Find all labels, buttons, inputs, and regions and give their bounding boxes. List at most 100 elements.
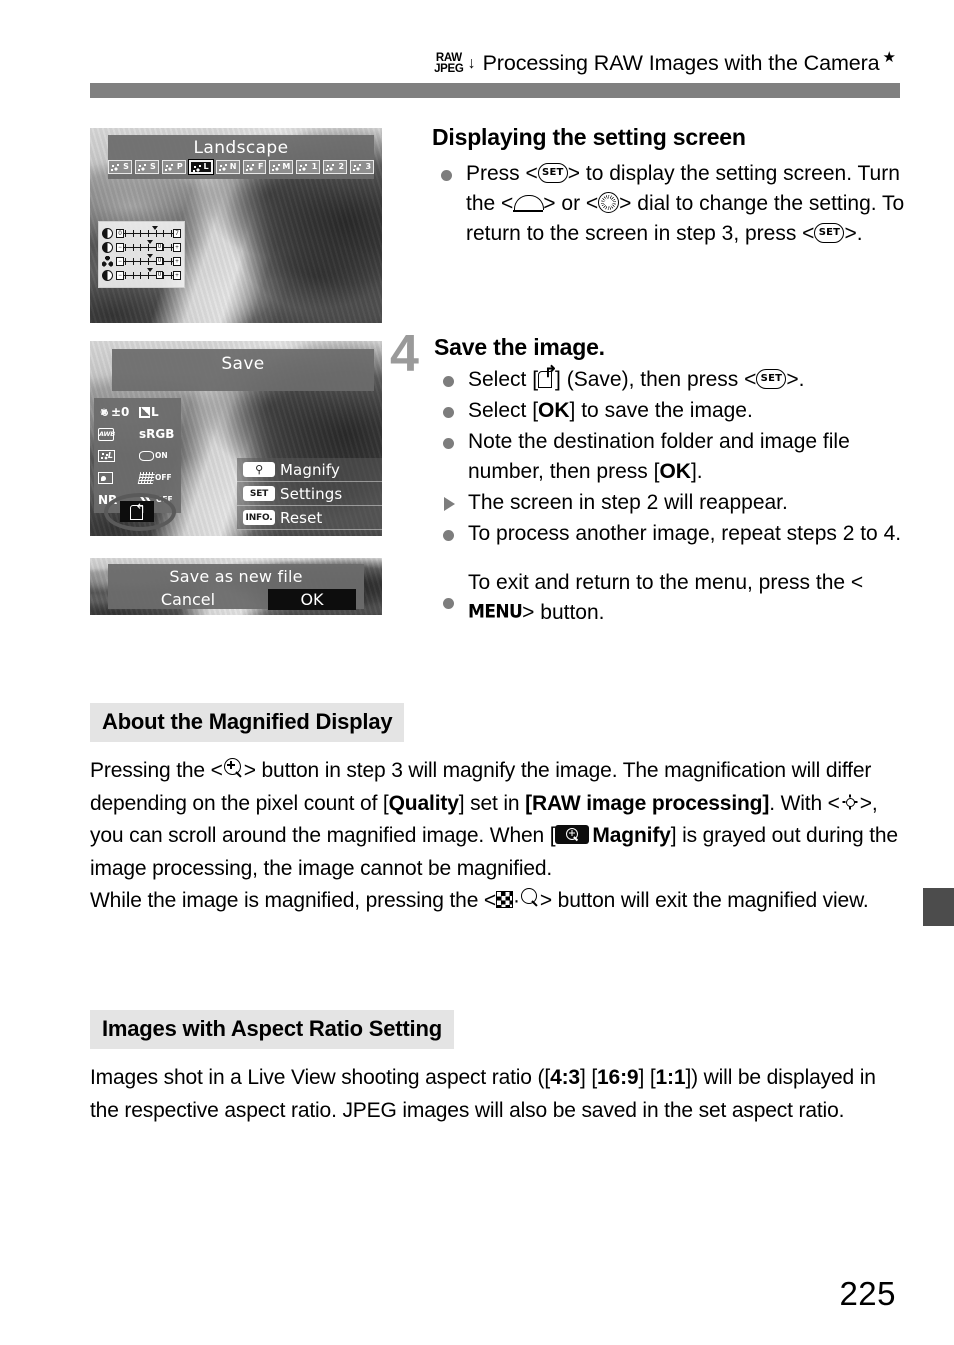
- picture-style-chip-portrait[interactable]: P: [161, 160, 186, 174]
- picture-style-chip-monochrome[interactable]: M: [269, 160, 294, 174]
- b5: To process another image, repeat steps 2…: [468, 522, 902, 545]
- setting-auto-lighting-optimizer[interactable]: [98, 472, 139, 484]
- step-4-block: 4 Save the image. Select [] (Save), then…: [390, 328, 914, 629]
- b6-c: > button.: [522, 601, 605, 624]
- text-p5: >.: [844, 222, 863, 245]
- param-row-sharpness[interactable]: 0 7: [102, 225, 181, 240]
- saturation-icon: [102, 255, 113, 267]
- color-tone-scale: − + 0: [116, 267, 181, 281]
- picture-style-chip-landscape[interactable]: L: [187, 159, 214, 175]
- save-screen-button-list: ⚲ Magnify SET Settings INFO. Reset: [237, 458, 382, 530]
- set-badge: SET: [243, 486, 275, 501]
- picture-style-row: S S P L N F M 1 2 3: [107, 159, 375, 175]
- section-aspect-ratio: Images with Aspect Ratio Setting Images …: [90, 1010, 902, 1127]
- callout-ellipse: [104, 493, 176, 531]
- jpeg-label: JPEG: [434, 63, 464, 75]
- section-body-aspect: Images shot in a Live View shooting aspe…: [90, 1062, 902, 1127]
- asp-ratio-1-1: 1:1: [655, 1066, 686, 1089]
- setting-distortion-correction[interactable]: OFF: [137, 472, 183, 484]
- picture-style-chip-standard[interactable]: S: [134, 160, 159, 174]
- quality-icon: [139, 406, 150, 418]
- magnify-button-icon: [223, 757, 244, 779]
- header-rule: [90, 83, 900, 98]
- sharpness-scale: 0 7: [116, 225, 181, 239]
- contrast-zero: 0: [156, 242, 163, 251]
- setting-peripheral-value: ON: [155, 451, 168, 461]
- bullet-select-ok: Select [OK] to save the image.: [434, 396, 914, 426]
- picture-style-chip-auto[interactable]: S: [107, 160, 132, 174]
- button-row-magnify[interactable]: ⚲ Magnify: [237, 458, 382, 482]
- button-label-magnify: Magnify: [280, 460, 340, 479]
- mag-t4: ] set in: [458, 791, 526, 815]
- bullet-marker: [443, 438, 454, 449]
- bullet-press-set: Press < SET > to display the setting scree…: [432, 159, 912, 249]
- text-p3: > or <: [543, 192, 599, 215]
- button-label-settings: Settings: [280, 484, 343, 503]
- button-row-reset[interactable]: INFO. Reset: [237, 506, 382, 530]
- setting-quality[interactable]: L: [139, 406, 183, 418]
- dialog-title: Save as new file: [169, 567, 303, 586]
- picture-style-chip-user1[interactable]: 1: [296, 160, 321, 174]
- picture-style-chip-neutral[interactable]: N: [215, 160, 240, 174]
- info-badge: INFO.: [243, 510, 275, 525]
- asp-t3: ] [: [638, 1066, 656, 1089]
- saturation-min: −: [116, 256, 124, 266]
- asp-ratio-4-3: 4:3: [550, 1066, 580, 1089]
- set-button-icon: SET: [537, 163, 568, 184]
- bullet-repeat-steps: To process another image, repeat steps 2…: [434, 519, 914, 549]
- param-row-contrast[interactable]: − + 0: [102, 239, 181, 254]
- picture-style-titlebar: Landscape S S P L N F M 1 2 3: [107, 135, 375, 179]
- index-button-icon: [496, 890, 514, 908]
- step-4-heading: Save the image.: [434, 334, 605, 360]
- section-magnified-display: About the Magnified Display Pressing the…: [90, 703, 902, 918]
- picture-style-parameters: 0 7 − + 0 − + 0 − + 0: [98, 221, 185, 288]
- mag-t10: While the image is magnified, pressing t…: [90, 889, 497, 912]
- bullet-marker: [443, 407, 454, 418]
- bullet-marker-arrow: [444, 497, 455, 511]
- sharpness-icon: [102, 227, 113, 239]
- b1-b: ] (Save), then press <: [555, 368, 757, 391]
- peripheral-illum-icon: [139, 451, 154, 461]
- mag-quality: Quality: [388, 791, 459, 815]
- b6-a: To exit and return to the menu, press th…: [468, 571, 864, 594]
- dialog-cancel-button[interactable]: Cancel: [108, 590, 268, 610]
- save-as-new-file-dialog: Save as new file Cancel OK: [108, 564, 364, 610]
- dialog-buttons: Cancel OK: [108, 589, 364, 610]
- picture-style-chip-user2[interactable]: 2: [323, 160, 348, 174]
- bullet-marker: [443, 598, 454, 609]
- button-row-settings[interactable]: SET Settings: [237, 482, 382, 506]
- setting-picture-style[interactable]: L: [98, 450, 139, 462]
- saturation-zero: 0: [156, 256, 163, 265]
- setting-brightness[interactable]: ±0: [98, 406, 139, 418]
- mag-magnify-label: Magnify: [592, 824, 671, 847]
- bullet-select-save: Select [] (Save), then press <SET>.: [434, 365, 914, 395]
- b3-ok: OK: [659, 460, 691, 483]
- sharpness-min: 0: [116, 228, 124, 238]
- mag-t1: Pressing the <: [90, 759, 223, 782]
- raw-jpeg-icon: RAW JPEG: [434, 52, 464, 76]
- asp-t1: Images shot in a Live View shooting aspe…: [90, 1066, 551, 1089]
- color-tone-min: −: [116, 270, 124, 280]
- asp-ratio-16-9: 16:9: [597, 1066, 639, 1089]
- setting-white-balance[interactable]: AWB: [98, 427, 139, 441]
- param-row-saturation[interactable]: − + 0: [102, 253, 181, 268]
- color-tone-icon: [102, 269, 113, 281]
- param-row-color-tone[interactable]: − + 0: [102, 267, 181, 282]
- page-header: RAW JPEG ↓ Processing RAW Images with th…: [0, 46, 954, 80]
- picture-style-chip-faithful[interactable]: F: [242, 160, 267, 174]
- setting-brightness-value: ±0: [111, 405, 130, 419]
- save-icon-inline: [538, 370, 555, 388]
- contrast-scale: − + 0: [116, 239, 181, 253]
- b3-c: ].: [690, 460, 703, 483]
- bullet-marker: [443, 530, 454, 541]
- auto-lighting-optimizer-icon: [98, 472, 113, 484]
- b4: The screen in step 2 will reappear.: [468, 491, 788, 514]
- set-button-icon-2: SET: [814, 223, 845, 244]
- setting-color-space[interactable]: sRGB: [139, 428, 183, 440]
- picture-style-chip-user3[interactable]: 3: [350, 160, 375, 174]
- dialog-ok-button[interactable]: OK: [268, 589, 356, 610]
- magnify-icon: ⚲: [243, 462, 275, 477]
- section-heading-magnified: About the Magnified Display: [90, 703, 405, 742]
- setting-peripheral-illumination[interactable]: ON: [139, 451, 183, 461]
- b1-c: >.: [786, 368, 805, 391]
